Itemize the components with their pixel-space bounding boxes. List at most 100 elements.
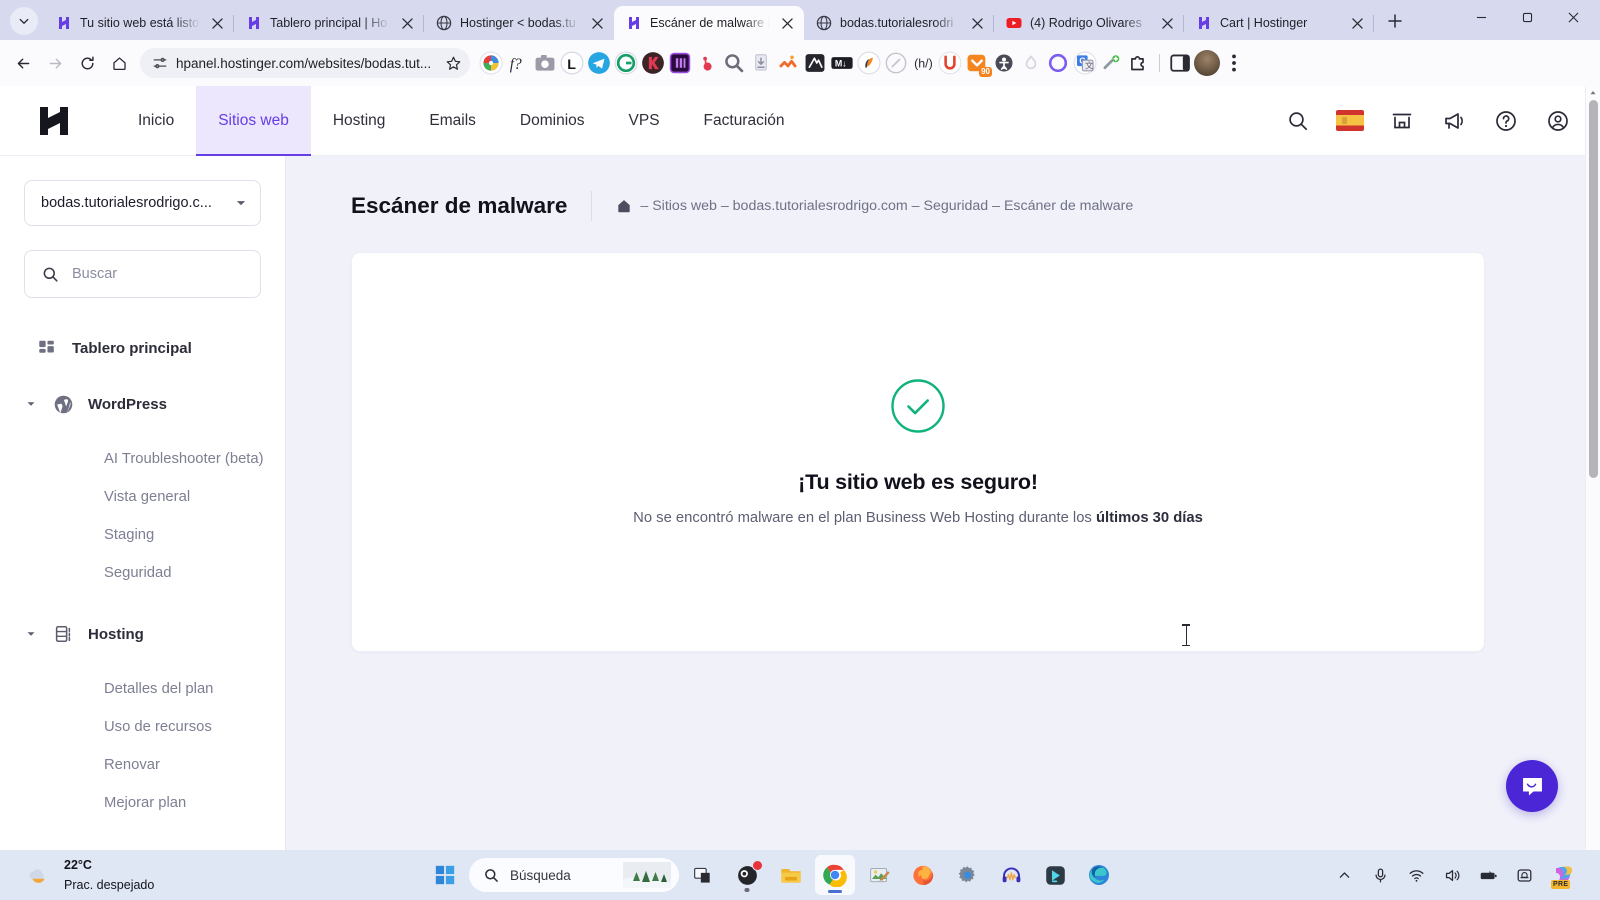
sidebar-group-wordpress[interactable]: WordPress (24, 384, 261, 424)
caret-expanded-icon[interactable] (24, 397, 38, 411)
sidebar-item-vista-general[interactable]: Vista general (104, 478, 261, 516)
close-icon[interactable] (398, 14, 416, 32)
close-icon[interactable] (1348, 14, 1366, 32)
sidebar-group-hosting[interactable]: Hosting (24, 614, 261, 654)
adobe-icon[interactable] (667, 50, 693, 76)
page-scrollbar[interactable] (1585, 86, 1600, 850)
notification-icon[interactable] (1514, 865, 1534, 885)
search-icon[interactable] (1284, 107, 1312, 135)
microsoft-edge-icon[interactable] (1079, 855, 1119, 895)
hreflang-icon[interactable]: (h/) (910, 50, 936, 76)
paint-icon[interactable] (859, 855, 899, 895)
grammarly-icon[interactable] (613, 50, 639, 76)
bitly-icon[interactable] (694, 50, 720, 76)
google-chrome-icon[interactable] (815, 855, 855, 895)
zoom-search-icon[interactable] (721, 50, 747, 76)
audacity-icon[interactable] (991, 855, 1031, 895)
browser-tab[interactable]: Tablero principal | Ho (234, 6, 424, 40)
browser-tab[interactable]: (4) Rodrigo Olivares (994, 6, 1184, 40)
font-finder-icon[interactable]: f? (505, 50, 531, 76)
minimize-icon[interactable] (1458, 0, 1504, 34)
store-icon[interactable] (1388, 107, 1416, 135)
volume-icon[interactable] (1442, 865, 1462, 885)
sidebar-item-mejorar-plan[interactable]: Mejorar plan (104, 784, 261, 822)
screenshot-icon[interactable] (532, 50, 558, 76)
markdown-icon[interactable]: M↓ (829, 50, 855, 76)
lastpass-icon[interactable]: L (559, 50, 585, 76)
close-icon[interactable] (588, 14, 606, 32)
close-icon[interactable] (968, 14, 986, 32)
three-dots-menu-icon[interactable] (1221, 50, 1247, 76)
nav-item-sitios-web[interactable]: Sitios web (196, 86, 311, 156)
close-icon[interactable] (1550, 0, 1596, 34)
sidebar-item-tablero-principal[interactable]: Tablero principal (24, 328, 261, 368)
reload-icon[interactable] (72, 48, 102, 78)
scrollbar-thumb[interactable] (1589, 100, 1598, 478)
home-icon[interactable] (616, 198, 632, 214)
clickup-icon[interactable] (775, 50, 801, 76)
page-settings-icon[interactable] (152, 55, 168, 71)
firefox-icon[interactable] (903, 855, 943, 895)
close-icon[interactable] (778, 14, 796, 32)
puzzle-piece-icon[interactable] (1126, 50, 1152, 76)
scroll-up-arrow[interactable] (1586, 86, 1600, 100)
nav-item-facturacion[interactable]: Facturación (682, 86, 807, 156)
sidebar-item-renovar[interactable]: Renovar (104, 746, 261, 784)
loom-icon[interactable] (1045, 50, 1071, 76)
nav-item-dominios[interactable]: Dominios (498, 86, 607, 156)
taskbar-search-input[interactable]: Búsqueda (469, 858, 679, 892)
home-icon[interactable] (104, 48, 134, 78)
color-picker-icon[interactable] (478, 50, 504, 76)
close-icon[interactable] (1158, 14, 1176, 32)
accessibility-icon[interactable] (991, 50, 1017, 76)
nav-item-hosting[interactable]: Hosting (311, 86, 408, 156)
intercom-chat-icon[interactable] (1506, 760, 1558, 812)
filmora-icon[interactable] (1035, 855, 1075, 895)
weather-widget[interactable]: 22°C Prac. despejado (10, 855, 210, 895)
sidebar-item-staging[interactable]: Staging (104, 516, 261, 554)
close-icon[interactable] (208, 14, 226, 32)
browser-tab[interactable]: bodas.tutorialesrodri (804, 6, 994, 40)
video-editor-icon[interactable] (802, 50, 828, 76)
sidebar-search-input[interactable]: Buscar (24, 250, 261, 298)
browser-tab[interactable]: Tu sitio web está listo (44, 6, 234, 40)
address-bar[interactable]: hpanel.hostinger.com/websites/bodas.tut.… (140, 48, 470, 78)
sidebar-item-detalles-del-plan[interactable]: Detalles del plan (104, 670, 261, 708)
kick-icon[interactable] (640, 50, 666, 76)
account-icon[interactable] (1544, 107, 1572, 135)
task-view-icon[interactable] (683, 855, 723, 895)
nav-item-inicio[interactable]: Inicio (116, 86, 196, 156)
sidebar-item-seguridad[interactable]: Seguridad (104, 554, 261, 592)
copilot-icon[interactable]: PRE (1550, 862, 1576, 889)
google-translate-icon[interactable]: G文 (1072, 50, 1098, 76)
sidebar-item-ai-troubleshooter[interactable]: AI Troubleshooter (beta) (104, 440, 264, 478)
settings-icon[interactable] (947, 855, 987, 895)
pocket-icon[interactable]: 90 (964, 50, 992, 77)
hostinger-logo[interactable] (36, 104, 76, 138)
sidebar-item-uso-de-recursos[interactable]: Uso de recursos (104, 708, 261, 746)
language-flag-spain-icon[interactable] (1336, 107, 1364, 135)
tab-search-chevron-down-icon[interactable] (10, 7, 38, 35)
telegram-icon[interactable] (586, 50, 612, 76)
domain-selector[interactable]: bodas.tutorialesrodrigo.c... (24, 180, 261, 226)
microphone-icon[interactable] (1370, 865, 1390, 885)
nav-item-vps[interactable]: VPS (607, 86, 682, 156)
browser-tab[interactable]: Cart | Hostinger (1184, 6, 1374, 40)
wifi-icon[interactable] (1406, 865, 1426, 885)
megaphone-icon[interactable] (1440, 107, 1468, 135)
windows-start-icon[interactable] (425, 855, 465, 895)
edit-icon[interactable] (883, 50, 909, 76)
help-icon[interactable] (1492, 107, 1520, 135)
caret-expanded-icon[interactable] (24, 627, 38, 641)
downloads-icon[interactable] (748, 50, 774, 76)
avatar[interactable] (1194, 50, 1220, 76)
browser-tab[interactable]: Hostinger < bodas.tu (424, 6, 614, 40)
droplet-icon[interactable] (1018, 50, 1044, 76)
battery-icon[interactable] (1478, 865, 1498, 885)
new-tab-button[interactable] (1380, 6, 1410, 36)
show-hidden-icons-chevron[interactable] (1334, 865, 1354, 885)
similarweb-icon[interactable] (856, 50, 882, 76)
back-arrow-icon[interactable] (8, 48, 38, 78)
nav-item-emails[interactable]: Emails (407, 86, 498, 156)
maximize-icon[interactable] (1504, 0, 1550, 34)
